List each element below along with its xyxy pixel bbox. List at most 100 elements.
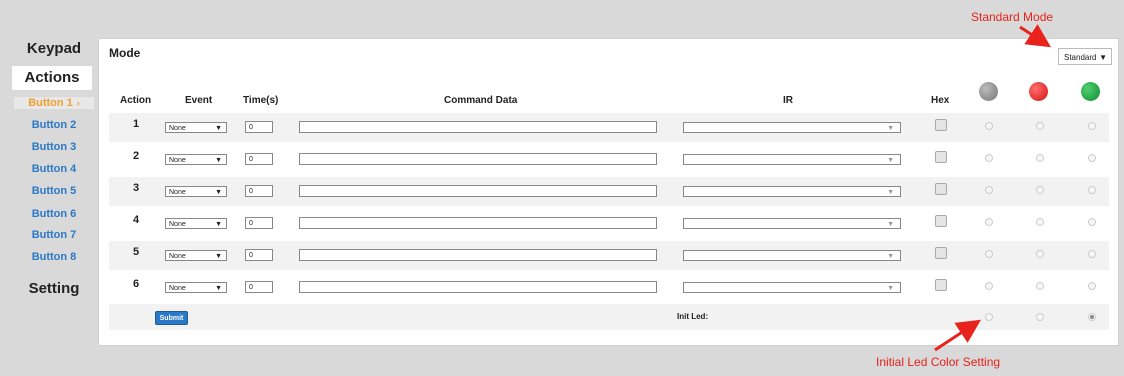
- time-input[interactable]: 0: [245, 121, 273, 133]
- dropdown-arrow-icon: ▼: [887, 157, 894, 164]
- dropdown-arrow-icon: ▼: [215, 285, 222, 292]
- sidebar-setting[interactable]: Setting: [10, 280, 98, 297]
- led-grey-radio[interactable]: [985, 154, 993, 162]
- time-input[interactable]: 0: [245, 185, 273, 197]
- hex-checkbox[interactable]: [935, 215, 947, 227]
- row-number: 6: [133, 278, 140, 290]
- sidebar-item-button-3[interactable]: Button 3: [14, 141, 94, 153]
- dropdown-arrow-icon: ▼: [215, 253, 222, 260]
- led-grey-radio[interactable]: [985, 250, 993, 258]
- led-grey-radio[interactable]: [985, 218, 993, 226]
- sidebar-item-button-1[interactable]: Button 1 ›: [14, 97, 94, 109]
- col-header-action: Action: [120, 95, 152, 106]
- led-red-radio[interactable]: [1036, 218, 1044, 226]
- led-green-radio[interactable]: [1088, 282, 1096, 290]
- sidebar-item-button-7[interactable]: Button 7: [14, 229, 94, 241]
- event-select[interactable]: None ▼: [165, 122, 227, 133]
- hex-checkbox[interactable]: [935, 119, 947, 131]
- sidebar: Keypad Actions Button 1 › Button 2 Button…: [0, 0, 98, 376]
- command-data-input[interactable]: [299, 217, 657, 229]
- command-data-input[interactable]: [299, 249, 657, 261]
- led-green-icon: [1081, 82, 1100, 101]
- time-input[interactable]: 0: [245, 217, 273, 229]
- ir-select[interactable]: ▼: [683, 282, 901, 293]
- dropdown-arrow-icon: ▼: [215, 189, 222, 196]
- dropdown-arrow-icon: ▼: [887, 189, 894, 196]
- dropdown-arrow-icon: ▼: [887, 253, 894, 260]
- chevron-right-icon: ›: [76, 98, 80, 108]
- led-grey-radio[interactable]: [985, 282, 993, 290]
- time-input[interactable]: 0: [245, 249, 273, 261]
- command-data-input[interactable]: [299, 121, 657, 133]
- hex-checkbox[interactable]: [935, 279, 947, 291]
- hex-checkbox[interactable]: [935, 183, 947, 195]
- dropdown-arrow-icon: ▼: [887, 221, 894, 228]
- sidebar-item-button-8[interactable]: Button 8: [14, 251, 94, 263]
- led-green-radio[interactable]: [1088, 122, 1096, 130]
- event-select[interactable]: None ▼: [165, 282, 227, 293]
- mode-select[interactable]: Standard ▼: [1058, 48, 1112, 65]
- table-row: 5 None ▼ 0 ▼: [109, 241, 1109, 270]
- led-green-radio[interactable]: [1088, 218, 1096, 226]
- time-input[interactable]: 0: [245, 153, 273, 165]
- sidebar-actions[interactable]: Actions: [12, 66, 92, 90]
- sidebar-item-button-2[interactable]: Button 2: [14, 119, 94, 131]
- led-red-icon: [1029, 82, 1048, 101]
- led-green-radio[interactable]: [1088, 250, 1096, 258]
- ir-select[interactable]: ▼: [683, 154, 901, 165]
- event-select[interactable]: None ▼: [165, 250, 227, 261]
- row-number: 1: [133, 118, 140, 130]
- ir-select[interactable]: ▼: [683, 250, 901, 261]
- dropdown-arrow-icon: ▼: [1099, 53, 1107, 62]
- dropdown-arrow-icon: ▼: [887, 125, 894, 132]
- annotation-initial-led: Initial Led Color Setting: [876, 355, 1001, 369]
- time-input[interactable]: 0: [245, 281, 273, 293]
- init-led-red-radio[interactable]: [1036, 313, 1044, 321]
- led-grey-icon: [979, 82, 998, 101]
- led-red-radio[interactable]: [1036, 250, 1044, 258]
- sidebar-keypad[interactable]: Keypad: [10, 40, 98, 57]
- init-led-green-radio[interactable]: [1088, 313, 1096, 321]
- col-header-command: Command Data: [444, 95, 518, 106]
- init-led-label: Init Led:: [677, 312, 709, 321]
- col-header-time: Time(s): [243, 95, 279, 106]
- panel-title: Mode: [109, 46, 141, 60]
- ir-select[interactable]: ▼: [683, 122, 901, 133]
- command-data-input[interactable]: [299, 153, 657, 165]
- command-data-input[interactable]: [299, 185, 657, 197]
- table-row: 3 None ▼ 0 ▼: [109, 177, 1109, 206]
- row-number: 4: [133, 214, 140, 226]
- sidebar-item-button-6[interactable]: Button 6: [14, 208, 94, 220]
- submit-button[interactable]: Submit: [155, 311, 188, 325]
- action-panel: Mode Standard ▼ Action Event Time(s) Com…: [98, 38, 1119, 346]
- col-header-hex: Hex: [931, 95, 950, 106]
- led-grey-radio[interactable]: [985, 122, 993, 130]
- led-green-radio[interactable]: [1088, 154, 1096, 162]
- dropdown-arrow-icon: ▼: [215, 125, 222, 132]
- init-led-grey-radio[interactable]: [985, 313, 993, 321]
- hex-checkbox[interactable]: [935, 247, 947, 259]
- dropdown-arrow-icon: ▼: [887, 285, 894, 292]
- event-select[interactable]: None ▼: [165, 186, 227, 197]
- hex-checkbox[interactable]: [935, 151, 947, 163]
- led-grey-radio[interactable]: [985, 186, 993, 194]
- col-header-ir: IR: [783, 95, 793, 106]
- led-red-radio[interactable]: [1036, 282, 1044, 290]
- row-number: 3: [133, 182, 140, 194]
- dropdown-arrow-icon: ▼: [215, 221, 222, 228]
- event-select[interactable]: None ▼: [165, 218, 227, 229]
- led-red-radio[interactable]: [1036, 154, 1044, 162]
- led-green-radio[interactable]: [1088, 186, 1096, 194]
- sidebar-item-button-5[interactable]: Button 5: [14, 185, 94, 197]
- led-red-radio[interactable]: [1036, 186, 1044, 194]
- row-number: 2: [133, 150, 140, 162]
- sidebar-item-button-4[interactable]: Button 4: [14, 163, 94, 175]
- table-row: 4 None ▼ 0 ▼: [109, 209, 1109, 238]
- ir-select[interactable]: ▼: [683, 186, 901, 197]
- led-red-radio[interactable]: [1036, 122, 1044, 130]
- table-row: 1 None ▼ 0 ▼: [109, 113, 1109, 142]
- ir-select[interactable]: ▼: [683, 218, 901, 229]
- dropdown-arrow-icon: ▼: [215, 157, 222, 164]
- event-select[interactable]: None ▼: [165, 154, 227, 165]
- command-data-input[interactable]: [299, 281, 657, 293]
